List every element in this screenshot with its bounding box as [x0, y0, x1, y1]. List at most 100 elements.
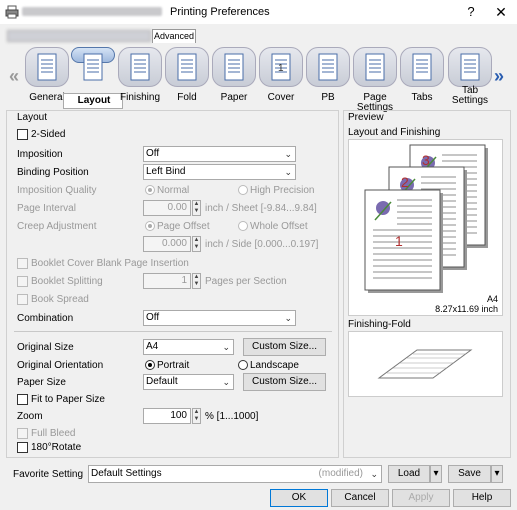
- preview-paper-name: A4: [486, 294, 498, 304]
- favorite-modified-text: (modified): [318, 468, 363, 479]
- creep-page-offset-radio[interactable]: [145, 221, 155, 231]
- tab-advanced[interactable]: Advanced: [152, 29, 196, 43]
- combination-label: Combination: [17, 313, 74, 324]
- favorite-setting-select[interactable]: Default Settings (modified) ⌄: [88, 465, 382, 483]
- page-interval-label: Page Interval: [17, 203, 76, 214]
- full-bleed-checkbox[interactable]: [17, 428, 28, 439]
- window-title: Printing Preferences: [170, 6, 270, 18]
- paper-size-select[interactable]: Default ⌄: [143, 374, 234, 390]
- booklet-splitting-input[interactable]: 1: [143, 273, 191, 289]
- portrait-radio[interactable]: [145, 360, 155, 370]
- imposition-select[interactable]: Off ⌄: [143, 146, 296, 162]
- page-interval-spinner[interactable]: ▲ ▼: [192, 200, 201, 216]
- tab-general[interactable]: [25, 47, 69, 87]
- quality-normal-label: Normal: [157, 185, 190, 196]
- original-size-label: Original Size: [17, 342, 74, 353]
- rotate-180-checkbox[interactable]: [17, 442, 28, 453]
- divider: [14, 331, 332, 332]
- ok-button[interactable]: OK: [270, 489, 328, 507]
- stacked-pages-illustration: 32 1: [364, 144, 488, 293]
- book-spread-label: Book Spread: [31, 294, 89, 305]
- preview-page-number: 1: [395, 233, 403, 249]
- quality-normal-radio[interactable]: [145, 185, 155, 195]
- tab-layout[interactable]: [71, 47, 115, 81]
- layout-icon: [83, 53, 103, 81]
- help-footer-button[interactable]: Help: [453, 489, 511, 507]
- zoom-label: Zoom: [17, 411, 43, 422]
- paper-custom-size-button[interactable]: Custom Size...: [243, 373, 326, 391]
- zoom-input[interactable]: 100: [143, 408, 191, 424]
- combination-select[interactable]: Off ⌄: [143, 310, 296, 326]
- tab-label-tab-settings[interactable]: Tab Settings: [448, 86, 492, 106]
- save-dropdown-icon[interactable]: ▾: [491, 465, 503, 483]
- full-bleed-label: Full Bleed: [31, 428, 76, 439]
- scroll-right-icon[interactable]: »: [494, 66, 504, 87]
- two-sided-checkbox[interactable]: [17, 129, 28, 140]
- preview-section-title: Preview: [348, 112, 384, 123]
- tab-label-tabs[interactable]: Tabs: [392, 93, 452, 103]
- layout-section-title: Layout: [17, 112, 48, 123]
- imposition-label: Imposition: [17, 149, 63, 160]
- tab-tab-settings[interactable]: [448, 47, 492, 87]
- page-interval-unit: inch / Sheet [-9.84...9.84]: [205, 203, 317, 214]
- booklet-cover-checkbox[interactable]: [17, 258, 28, 269]
- booklet-splitting-spinner[interactable]: ▲ ▼: [192, 273, 201, 289]
- load-button[interactable]: Load: [388, 465, 430, 483]
- page-interval-input[interactable]: 0.00: [143, 200, 191, 216]
- booklet-splitting-checkbox[interactable]: [17, 276, 28, 287]
- binding-position-select[interactable]: Left Bind ⌄: [143, 164, 296, 180]
- close-button[interactable]: ✕: [492, 3, 510, 21]
- tab-fold[interactable]: [165, 47, 209, 87]
- original-size-select[interactable]: A4 ⌄: [143, 339, 234, 355]
- landscape-radio[interactable]: [238, 360, 248, 370]
- cancel-button[interactable]: Cancel: [331, 489, 389, 507]
- booklet-splitting-label: Booklet Splitting: [31, 276, 103, 287]
- tab-finishing[interactable]: [118, 47, 162, 87]
- creep-page-offset-label: Page Offset: [157, 221, 210, 232]
- tab-pb[interactable]: [306, 47, 350, 87]
- creep-value-input[interactable]: 0.000: [143, 236, 191, 252]
- tab-paper[interactable]: [212, 47, 256, 87]
- booklet-splitting-unit: Pages per Section: [205, 276, 287, 287]
- title-bar: Printing Preferences ? ✕: [0, 0, 517, 24]
- quality-high-radio[interactable]: [238, 185, 248, 195]
- original-orientation-label: Original Orientation: [17, 360, 104, 371]
- page-settings-icon: [365, 53, 385, 81]
- finishing-icon: [130, 53, 150, 81]
- help-button[interactable]: ?: [462, 3, 480, 21]
- creep-value-unit: inch / Side [0.000...0.197]: [205, 239, 319, 250]
- tab-cover[interactable]: 1: [259, 47, 303, 87]
- two-sided-label: 2-Sided: [31, 129, 66, 140]
- quality-high-label: High Precision: [250, 185, 315, 196]
- fit-to-paper-checkbox[interactable]: [17, 394, 28, 405]
- preview-paper-dims: 8.27x11.69 inch: [435, 304, 498, 314]
- landscape-label: Landscape: [250, 360, 299, 371]
- creep-whole-offset-label: Whole Offset: [250, 221, 308, 232]
- original-custom-size-button[interactable]: Custom Size...: [243, 338, 326, 356]
- preview-page-1: [364, 189, 443, 293]
- zoom-unit: % [1...1000]: [205, 411, 259, 422]
- save-button[interactable]: Save: [448, 465, 491, 483]
- load-dropdown-icon[interactable]: ▾: [430, 465, 442, 483]
- paper-icon: [224, 53, 244, 81]
- fold-icon: [177, 53, 197, 81]
- rotate-180-label: 180°Rotate: [31, 442, 82, 453]
- zoom-spinner[interactable]: ▲ ▼: [192, 408, 201, 424]
- tab-tabs[interactable]: [400, 47, 444, 87]
- pb-icon: [318, 53, 338, 81]
- creep-value-spinner[interactable]: ▲ ▼: [192, 236, 201, 252]
- apply-button[interactable]: Apply: [392, 489, 450, 507]
- layout-finishing-title: Layout and Finishing: [348, 127, 441, 138]
- cover-icon: 1: [271, 53, 291, 81]
- main-tab-redacted[interactable]: [7, 30, 151, 42]
- binding-position-label: Binding Position: [17, 167, 89, 178]
- creep-whole-offset-radio[interactable]: [238, 221, 248, 231]
- printer-icon: [5, 5, 19, 19]
- tabs-icon: [412, 53, 432, 81]
- tab-page-settings[interactable]: [353, 47, 397, 87]
- scroll-left-icon[interactable]: «: [9, 66, 19, 87]
- portrait-label: Portrait: [157, 360, 190, 371]
- book-spread-checkbox[interactable]: [17, 294, 28, 305]
- booklet-cover-label: Booklet Cover Blank Page Insertion: [31, 258, 189, 269]
- printer-name-redacted: [22, 7, 162, 16]
